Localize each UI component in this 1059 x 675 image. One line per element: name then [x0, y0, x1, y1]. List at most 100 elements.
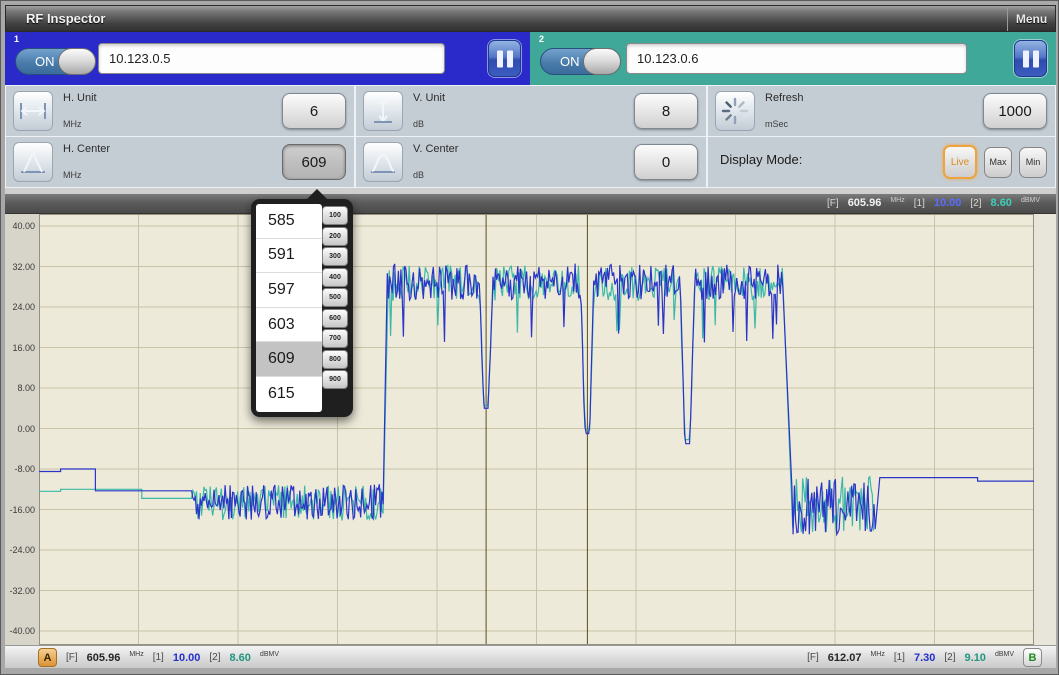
ch1-value: 10.00	[173, 652, 201, 664]
device-2-index: 2	[539, 34, 544, 44]
h-center-dropdown: 585591597603609615 100 200300 400500 600700…	[251, 199, 353, 417]
dropdown-arrow-up-icon	[306, 189, 328, 200]
h-unit-unit: MHz	[63, 119, 82, 129]
h-unit-label: H. Unit	[63, 92, 97, 104]
freq-value: 612.07	[828, 652, 862, 664]
dropdown-quick-button[interactable]: 600	[322, 309, 348, 328]
ch1-value: 7.30	[914, 652, 935, 664]
device-panel-2: 2 ON	[530, 32, 1056, 85]
marker-status-bar: A [F] 605.96 MHz [1] 10.00 [2] 8.60 dBMV […	[5, 645, 1056, 668]
dropdown-quick-button[interactable]: 100	[322, 206, 348, 225]
pause-icon	[497, 50, 513, 67]
dropdown-item[interactable]: 597	[256, 273, 322, 308]
refresh-label: Refresh	[765, 92, 804, 104]
dropdown-quick-button[interactable]: 400	[322, 268, 348, 287]
dropdown-item[interactable]: 603	[256, 308, 322, 343]
freq-label: [F]	[827, 198, 839, 209]
chart-area: 40.00 32.00 24.00 16.00 8.00 0.00 -8.00 -16.00 -…	[5, 214, 1056, 645]
y-axis-tick-label: 32.00	[5, 262, 35, 272]
app-title: RF Inspector	[26, 11, 105, 26]
dropdown-quick-button[interactable]: 300	[322, 247, 348, 266]
v-unit-label: V. Unit	[413, 92, 445, 104]
dropdown-quick-buttons: 100 200300 400500 600700 800900	[322, 206, 349, 389]
h-unit-value-button[interactable]: 6	[282, 93, 346, 129]
freq-unit: MHz	[129, 651, 143, 658]
device-2-on-toggle[interactable]: ON	[540, 48, 621, 75]
display-mode-live-button[interactable]: Live	[943, 145, 977, 179]
pause-icon	[1023, 50, 1039, 67]
marker-b-readout: [F] 612.07MHz [1] 7.30 [2] 9.10dBMV B	[807, 648, 1042, 667]
v-unit-cell: V. Unit dB 8	[356, 86, 706, 136]
y-axis-tick-label: 16.00	[5, 343, 35, 353]
horizontal-span-icon	[13, 91, 53, 131]
dropdown-item[interactable]: 609	[256, 342, 322, 377]
spinner-clock-icon	[715, 91, 755, 131]
controls-panel: H. Unit MHz 6 H. Center MHz 609 V.	[5, 85, 1056, 188]
ch2-label: [2]	[209, 652, 220, 663]
chart-header-bar: [F] 605.96MHz [1] 10.00 [2] 8.60dBMV	[5, 194, 1056, 214]
y-axis-tick-label: 24.00	[5, 302, 35, 312]
ch2-value: 8.60	[230, 652, 251, 664]
dropdown-item[interactable]: 615	[256, 377, 322, 412]
peak-curve-icon	[363, 142, 403, 182]
dropdown-list: 585591597603609615	[256, 204, 322, 412]
marker-a-button[interactable]: A	[38, 648, 57, 667]
y-axis-tick-label: -40.00	[5, 626, 35, 636]
v-center-unit: dB	[413, 170, 424, 180]
title-bar: RF Inspector Menu	[5, 5, 1056, 32]
v-unit-unit: dB	[413, 119, 424, 129]
h-center-cell: H. Center MHz 609	[6, 137, 354, 187]
freq-unit: MHz	[890, 197, 904, 204]
toggle-knob[interactable]	[583, 48, 621, 75]
dropdown-item[interactable]: 591	[256, 239, 322, 274]
rf-inspector-window: RF Inspector Menu 1 ON 2 ON	[0, 0, 1059, 675]
device-2-address-input[interactable]	[626, 43, 967, 74]
display-mode-min-button[interactable]: Min	[1019, 147, 1047, 178]
toggle-on-label: ON	[35, 54, 55, 69]
toggle-knob[interactable]	[58, 48, 96, 75]
dropdown-item[interactable]: 585	[256, 204, 322, 239]
v-unit-value-button[interactable]: 8	[634, 93, 698, 129]
h-unit-cell: H. Unit MHz 6	[6, 86, 354, 136]
dropdown-quick-button[interactable]: 500	[322, 288, 348, 307]
y-axis-tick-label: -32.00	[5, 586, 35, 596]
y-axis-tick-label: 40.00	[5, 221, 35, 231]
freq-value: 605.96	[848, 197, 882, 209]
marker-a-readout: A [F] 605.96 MHz [1] 10.00 [2] 8.60 dBMV	[38, 648, 279, 667]
marker-b-button[interactable]: B	[1023, 648, 1042, 667]
display-mode-max-button[interactable]: Max	[984, 147, 1012, 178]
dropdown-quick-button[interactable]: 700	[322, 329, 348, 348]
y-axis-tick-label: 8.00	[5, 383, 35, 393]
vertical-span-icon	[363, 91, 403, 131]
freq-label: [F]	[66, 652, 78, 663]
v-center-cell: V. Center dB 0	[356, 137, 706, 187]
y-axis-tick-label: -16.00	[5, 505, 35, 515]
display-mode-buttons: LiveMaxMin	[943, 137, 1047, 187]
ch1-label: [1]	[153, 652, 164, 663]
freq-value: 605.96	[87, 652, 121, 664]
refresh-cell: Refresh mSec 1000	[708, 86, 1055, 136]
device-1-on-toggle[interactable]: ON	[15, 48, 96, 75]
ch1-label: [1]	[894, 652, 905, 663]
h-center-value-button[interactable]: 609	[282, 144, 346, 180]
level-unit: dBMV	[995, 651, 1014, 658]
device-2-pause-button[interactable]	[1014, 40, 1047, 77]
y-axis-tick-label: -8.00	[5, 464, 35, 474]
ch2-value: 8.60	[991, 197, 1012, 209]
device-1-pause-button[interactable]	[488, 40, 521, 77]
dropdown-quick-button[interactable]: 900	[322, 370, 348, 389]
dropdown-quick-button[interactable]: 800	[322, 350, 348, 369]
h-center-label: H. Center	[63, 143, 110, 155]
freq-label: [F]	[807, 652, 819, 663]
y-axis-tick-label: 0.00	[5, 424, 35, 434]
v-center-value-button[interactable]: 0	[634, 144, 698, 180]
dropdown-quick-button[interactable]: 200	[322, 227, 348, 246]
h-center-unit: MHz	[63, 170, 82, 180]
level-unit: dBMV	[260, 651, 279, 658]
refresh-unit: mSec	[765, 119, 788, 129]
refresh-value-button[interactable]: 1000	[983, 93, 1047, 129]
cursor-readout: [F] 605.96MHz [1] 10.00 [2] 8.60dBMV	[827, 197, 1040, 209]
device-1-address-input[interactable]	[98, 43, 445, 74]
menu-button[interactable]: Menu	[1007, 6, 1055, 31]
level-unit: dBMV	[1021, 197, 1040, 204]
